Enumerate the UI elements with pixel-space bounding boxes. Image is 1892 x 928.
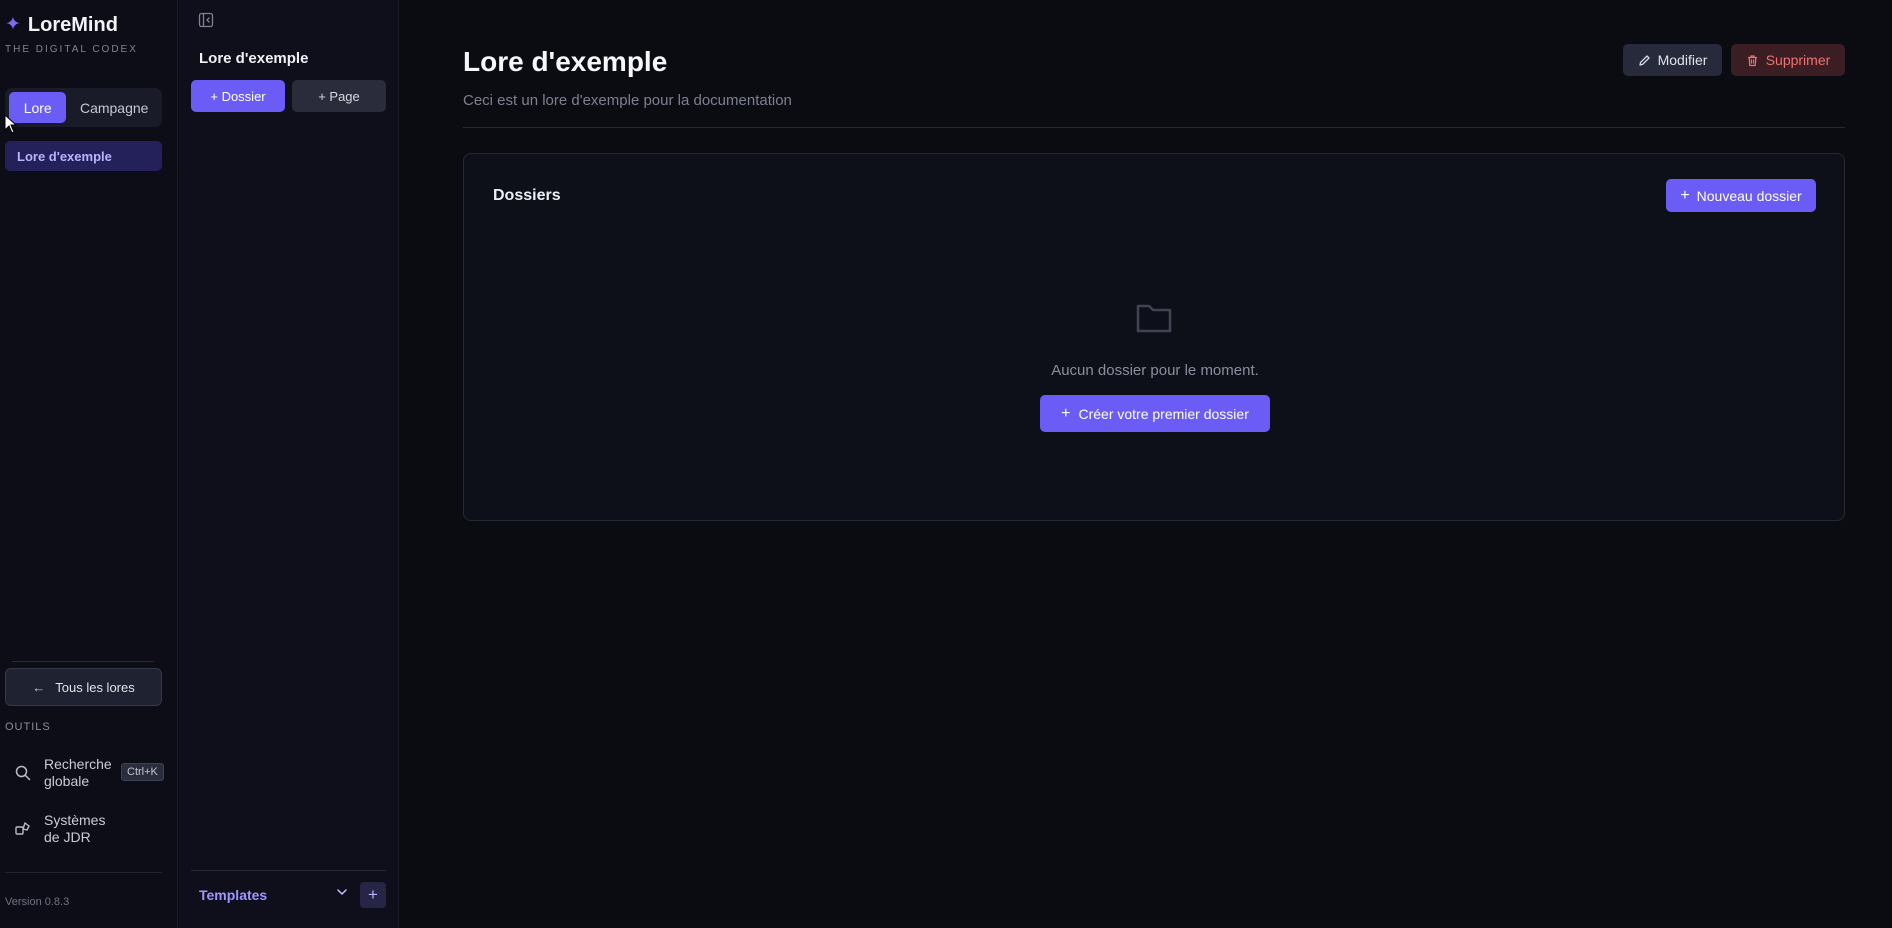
create-first-folder-button[interactable]: + Créer votre premier dossier (1040, 395, 1270, 432)
mode-switch: Lore Campagne (5, 88, 162, 127)
dice-shapes-icon (15, 822, 30, 835)
tools-section-label: OUTILS (5, 721, 51, 733)
templates-toggle[interactable]: Templates (199, 887, 267, 903)
brand[interactable]: ✦ LoreMind (5, 14, 118, 36)
pencil-icon (1638, 54, 1650, 66)
page-title: Lore d'exemple (463, 46, 668, 77)
chevron-down-icon[interactable] (335, 885, 349, 899)
tree-panel: Lore d'exemple + Dossier + Page Template… (179, 0, 399, 928)
page-description: Ceci est un lore d'exemple pour la docum… (463, 92, 792, 109)
create-first-folder-label: Créer votre premier dossier (1078, 405, 1249, 422)
folders-card-title: Dossiers (493, 187, 561, 204)
add-template-button[interactable]: + (360, 882, 386, 908)
tool-rpg-systems[interactable]: Systèmes de JDR (14, 812, 124, 846)
edit-label: Modifier (1657, 52, 1708, 68)
brand-subtitle: THE DIGITAL CODEX (5, 44, 138, 55)
arrow-left-icon: ← (32, 679, 46, 695)
add-folder-button[interactable]: + Dossier (191, 80, 285, 112)
delete-button[interactable]: Supprimer (1731, 44, 1845, 76)
mouse-cursor-icon (4, 114, 18, 134)
edit-button[interactable]: Modifier (1623, 44, 1722, 76)
tool-global-search[interactable]: Recherche globale (14, 756, 124, 790)
divider (5, 872, 162, 873)
shortcut-badge: Ctrl+K (121, 763, 164, 781)
plus-icon: + (1061, 404, 1071, 422)
plus-icon: + (368, 885, 378, 904)
all-lores-button[interactable]: ← Tous les lores (5, 668, 162, 706)
search-icon (15, 765, 31, 781)
plus-icon: + (1680, 186, 1690, 204)
new-folder-button[interactable]: + Nouveau dossier (1666, 179, 1816, 212)
tool-global-search-label: Recherche globale (44, 756, 112, 789)
divider (191, 870, 386, 871)
folder-icon (1136, 304, 1172, 333)
trash-icon (1747, 54, 1757, 66)
divider (463, 127, 1845, 128)
new-folder-label: Nouveau dossier (1696, 187, 1802, 204)
tool-rpg-systems-label: Systèmes de JDR (44, 812, 106, 845)
divider (12, 661, 154, 662)
collapse-panel-icon[interactable] (198, 12, 214, 28)
mode-campagne-button[interactable]: Campagne (70, 92, 158, 123)
sidebar-item-lore[interactable]: Lore d'exemple (5, 141, 162, 171)
all-lores-label: Tous les lores (55, 679, 135, 695)
sparkle-icon: ✦ (5, 14, 21, 35)
folders-card: Dossiers + Nouveau dossier Aucun dossier… (463, 153, 1845, 521)
empty-state-text: Aucun dossier pour le moment. (1051, 362, 1259, 379)
brand-name: LoreMind (27, 14, 118, 36)
delete-label: Supprimer (1765, 52, 1831, 68)
app-root: ✦ LoreMind THE DIGITAL CODEX Lore Campag… (0, 0, 1892, 928)
version-label: Version 0.8.3 (5, 896, 70, 908)
main-sidebar: ✦ LoreMind THE DIGITAL CODEX Lore Campag… (0, 0, 178, 928)
tree-title: Lore d'exemple (199, 50, 309, 67)
add-page-button[interactable]: + Page (292, 80, 386, 112)
